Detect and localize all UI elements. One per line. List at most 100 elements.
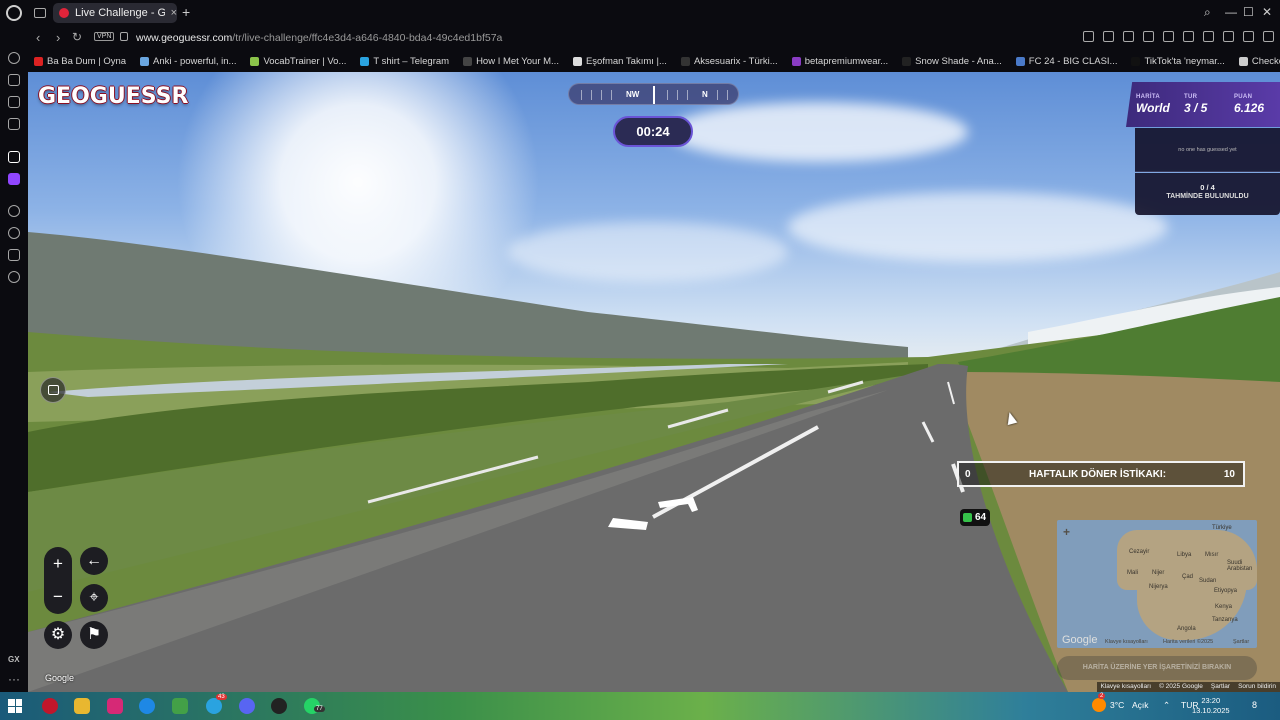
explorer-taskbar-icon[interactable] [74, 698, 90, 714]
player-icon[interactable] [8, 205, 20, 217]
minimap-keyboard-shortcuts[interactable]: Klavye kısayolları [1105, 639, 1148, 645]
street-view[interactable]: GEOGUESSR NW N 00:24 HARİTA World TUR 3 … [28, 72, 1280, 692]
app-taskbar-icon[interactable] [271, 698, 287, 714]
extensions-icon[interactable] [1203, 31, 1214, 42]
zoom-out-button[interactable]: − [44, 583, 72, 611]
sidebar-more-icon[interactable]: ··· [8, 672, 20, 686]
minimize-button[interactable]: — [1225, 5, 1237, 19]
bookmark-label: FC 24 - BIG CLASI... [1028, 55, 1118, 67]
guess-minimap[interactable]: + Türkiye Libya Mısır Cezayir Suudi Arab… [1057, 520, 1257, 648]
tab-close-icon[interactable]: × [171, 7, 177, 19]
vpn-badge[interactable]: VPN [94, 32, 115, 41]
close-window-button[interactable]: ✕ [1262, 5, 1272, 19]
search-icon[interactable]: ⌕ [1204, 5, 1211, 20]
menu-icon[interactable] [1263, 31, 1274, 42]
camera-icon[interactable] [1143, 31, 1154, 42]
zoom-controls: + − [44, 547, 72, 614]
bookmark-item[interactable]: Snow Shade - Ana... [902, 56, 1002, 67]
tray-expand-icon[interactable]: ⌃ [1163, 700, 1170, 711]
bookmark-item[interactable]: T shirt – Telegram [360, 56, 449, 67]
guess-button[interactable]: HARİTA ÜZERİNE YER İŞARETİNİZİ BIRAKIN [1057, 656, 1257, 680]
opera-taskbar-icon[interactable] [42, 698, 58, 714]
bookmark-item[interactable]: Ba Ba Dum | Oyna [34, 56, 126, 67]
map-label-nigeria: Nijerya [1149, 584, 1168, 590]
discord-taskbar-icon[interactable] [239, 698, 255, 714]
play-icon[interactable] [1163, 31, 1174, 42]
app-taskbar-icon[interactable] [172, 698, 188, 714]
opera-logo-icon[interactable] [6, 5, 22, 21]
history-icon[interactable] [8, 227, 20, 239]
browser-sidebar: GX ··· [0, 26, 28, 692]
new-tab-button[interactable]: + [182, 5, 190, 19]
weather-icon[interactable] [1092, 698, 1106, 712]
reload-icon[interactable]: ↻ [72, 30, 82, 44]
toolbar-icons [1083, 31, 1274, 42]
tabs-menu-icon[interactable] [34, 8, 46, 18]
status-panel: HARİTA World TUR 3 / 5 PUAN 6.126 [1126, 82, 1280, 127]
forward-icon[interactable]: › [56, 30, 60, 45]
bookmark-item[interactable]: FC 24 - BIG CLASI... [1015, 55, 1118, 67]
points-stat: PUAN 6.126 [1234, 94, 1264, 115]
weather-desc[interactable]: Açık [1132, 700, 1149, 710]
pin-icon[interactable] [1083, 31, 1094, 42]
notes-icon[interactable] [8, 96, 20, 108]
flag-button[interactable]: ⚑ [80, 621, 108, 649]
aria-icon[interactable] [8, 151, 20, 163]
bookmark-item[interactable]: How I Met Your M... [463, 56, 559, 67]
maximize-button[interactable]: ☐ [1243, 5, 1254, 19]
instagram-taskbar-icon[interactable] [107, 698, 123, 714]
map-label-chad: Çad [1182, 574, 1194, 580]
temperature[interactable]: 3°C [1110, 700, 1124, 710]
bookmark-item[interactable]: Checkout - AimCh... [1238, 56, 1280, 67]
bookmark-item[interactable]: Aksesuarix - Türki... [680, 56, 778, 67]
copyright-text: © 2025 Google [1159, 683, 1203, 690]
undo-move-button[interactable]: ← [80, 547, 108, 575]
clock[interactable]: 23:20 13.10.2025 [1192, 696, 1230, 716]
bookmark-item[interactable]: TikTok'ta 'neymar... [1131, 56, 1225, 67]
telegram-taskbar-icon[interactable] [206, 698, 222, 714]
shield-icon[interactable] [1123, 31, 1134, 42]
tab-live-challenge[interactable]: Live Challenge - GeoGues × [53, 3, 177, 23]
keyboard-shortcuts-link[interactable]: Klavye kısayolları [1101, 682, 1152, 692]
extensions-sidebar-icon[interactable] [8, 249, 20, 261]
settings-icon[interactable] [8, 271, 20, 283]
map-label-algeria: Cezayir [1129, 549, 1150, 555]
bookmark-favicon-icon [360, 56, 370, 66]
bookmark-item[interactable]: Eşofman Takımı |... [572, 56, 667, 67]
lock-icon[interactable] [120, 32, 128, 41]
notification-count[interactable]: 8 [1252, 700, 1257, 710]
geoguessr-logo[interactable]: GEOGUESSR [38, 84, 188, 109]
weekly-left-value: 0 [965, 469, 971, 480]
return-to-start-button[interactable]: ⌖ [80, 584, 108, 612]
bookmark-item[interactable]: VocabTrainer | Vo... [250, 56, 346, 67]
back-icon[interactable]: ‹ [36, 30, 40, 45]
gx-label[interactable]: GX [8, 655, 20, 664]
bag-icon[interactable] [8, 74, 20, 86]
report-problem-link[interactable]: Sorun bildirin [1238, 682, 1276, 692]
settings-button[interactable]: ⚙ [44, 621, 72, 649]
bookmark-favicon-icon [463, 56, 473, 66]
map-label-ethiopia: Etiyopya [1214, 588, 1238, 594]
edge-taskbar-icon[interactable] [139, 698, 155, 714]
guessed-label: TAHMİNDE BULUNULDU [1166, 193, 1249, 200]
camera-button[interactable] [40, 377, 66, 403]
url-field[interactable]: www.geoguessr.com/tr/live-challenge/ffc4… [136, 32, 502, 44]
heart-icon[interactable] [1183, 31, 1194, 42]
terms-link[interactable]: Şartlar [1211, 682, 1230, 692]
download-icon[interactable] [1243, 31, 1254, 42]
browser-titlebar: Live Challenge - GeoGues × + ⌕ — ☐ ✕ [0, 0, 1280, 26]
speed-dial-icon[interactable] [8, 52, 20, 64]
minimap-terms[interactable]: Şartlar [1233, 639, 1249, 645]
messenger-icon[interactable] [8, 118, 20, 130]
map-label-saudi: Suudi Arabistan [1227, 560, 1253, 572]
twitch-icon[interactable] [8, 173, 20, 185]
zoom-in-button[interactable]: + [44, 550, 72, 578]
minimap-zoom-in[interactable]: + [1063, 525, 1070, 539]
map-label-kenya: Kenya [1215, 604, 1233, 610]
bookmark-item[interactable]: betapremiumwear... [791, 56, 888, 67]
bookmark-item[interactable]: Anki - powerful, in... [140, 56, 236, 67]
weekly-streak-panel: 0 HAFTALIK DÖNER İSTİKAKI: 10 [957, 461, 1245, 487]
share-icon[interactable] [1223, 31, 1234, 42]
snapshot-icon[interactable] [1103, 31, 1114, 42]
windows-start-icon[interactable] [8, 699, 22, 713]
